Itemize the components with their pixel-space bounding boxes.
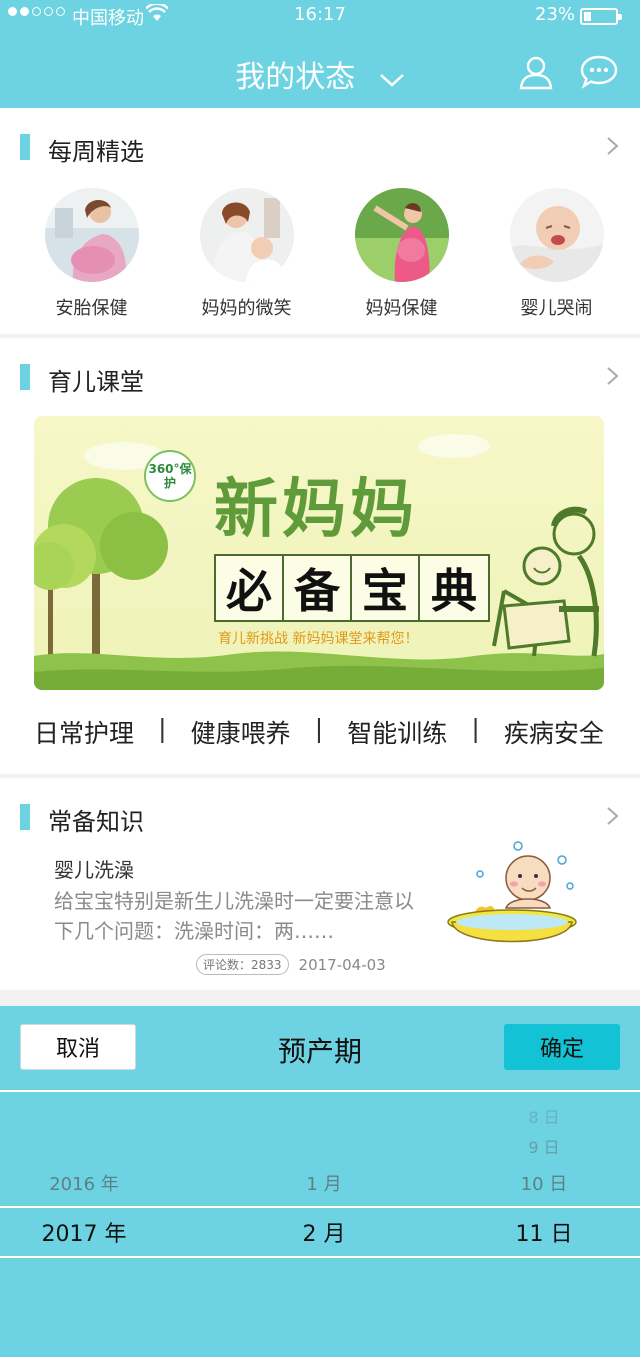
- category-smart-training[interactable]: 智能训练: [347, 714, 447, 750]
- baby-crying-image: [509, 188, 604, 282]
- mother-smile-image: [199, 188, 294, 282]
- day-option[interactable]: 10 日: [484, 1170, 604, 1196]
- classroom-section: 育儿课堂 360°保护 新妈妈 必 备 宝 典 育儿新挑战 新妈妈课堂来帮您！ …: [0, 338, 640, 774]
- month-selected[interactable]: 2 月: [264, 1216, 384, 1248]
- chevron-right-icon[interactable]: [606, 136, 620, 156]
- status-bar: 中国移动 16:17 23%: [0, 0, 640, 32]
- pregnancy-care-image: [44, 188, 139, 282]
- message-icon[interactable]: [580, 54, 618, 90]
- user-icon[interactable]: [518, 54, 554, 90]
- weekly-item[interactable]: 妈妈的微笑: [169, 188, 324, 320]
- banner-char: 备: [284, 556, 352, 620]
- baby-bath-image: [440, 838, 580, 962]
- category-healthy-feeding[interactable]: 健康喂养: [191, 714, 291, 750]
- section-marker: [20, 804, 30, 830]
- divider: |: [314, 714, 324, 743]
- battery-percent: 23%: [535, 4, 576, 25]
- weekly-item[interactable]: 妈妈保健: [324, 188, 479, 320]
- nav-bar: 我的状态: [0, 32, 640, 108]
- divider: |: [158, 714, 167, 743]
- weekly-item-label: 妈妈保健: [365, 298, 438, 319]
- day-wheel[interactable]: 8 日 9 日 10 日 11 日: [484, 1006, 604, 1357]
- divider: |: [471, 714, 480, 743]
- banner-character-grid: 必 备 宝 典: [214, 554, 490, 622]
- weekly-header[interactable]: 每周精选: [0, 108, 640, 180]
- mother-fitness-image: [354, 188, 449, 282]
- weekly-item-label: 安胎保健: [55, 298, 128, 319]
- battery-icon: [580, 8, 622, 25]
- classroom-title: 育儿课堂: [48, 368, 144, 396]
- chevron-right-icon[interactable]: [606, 366, 620, 386]
- weekly-item-label: 婴儿哭闹: [520, 298, 593, 319]
- month-wheel[interactable]: 1 月 2 月: [264, 1006, 384, 1357]
- category-daily-care[interactable]: 日常护理: [34, 714, 134, 750]
- weekly-item[interactable]: 安胎保健: [14, 188, 169, 320]
- category-tabs: 日常护理 | 健康喂养 | 智能训练 | 疾病安全: [0, 714, 640, 750]
- chevron-down-icon: [379, 61, 405, 96]
- category-disease-safety[interactable]: 疾病安全: [504, 714, 604, 750]
- day-option[interactable]: 9 日: [484, 1134, 604, 1158]
- banner-char: 必: [216, 556, 284, 620]
- knowledge-title: 常备知识: [48, 808, 144, 836]
- year-selected[interactable]: 2017 年: [24, 1216, 144, 1248]
- comment-count: 评论数：2833: [196, 954, 289, 975]
- classroom-banner[interactable]: 360°保护 新妈妈 必 备 宝 典 育儿新挑战 新妈妈课堂来帮您！: [34, 416, 604, 690]
- banner-title: 新妈妈: [214, 472, 418, 547]
- knowledge-section: 常备知识 婴儿洗澡 给宝宝特别是新生儿洗澡时一定要注意以下几个问题：洗澡时间：两…: [0, 778, 640, 990]
- banner-char: 典: [420, 556, 488, 620]
- article-title: 婴儿洗澡: [54, 858, 134, 882]
- weekly-section: 每周精选 安胎保健 妈妈的微笑 妈妈保健 婴儿哭闹: [0, 108, 640, 334]
- weekly-title: 每周精选: [48, 138, 144, 166]
- year-wheel[interactable]: 2016 年 2017 年: [24, 1006, 144, 1357]
- weekly-item-label: 妈妈的微笑: [201, 298, 292, 319]
- article-meta: 评论数：2833 2017-04-03: [196, 954, 386, 975]
- day-selected[interactable]: 11 日: [484, 1216, 604, 1248]
- nav-title: 我的状态: [235, 60, 356, 95]
- classroom-header[interactable]: 育儿课堂: [0, 338, 640, 410]
- weekly-item[interactable]: 婴儿哭闹: [479, 188, 634, 320]
- section-marker: [20, 134, 30, 160]
- banner-subtitle: 育儿新挑战 新妈妈课堂来帮您！: [218, 631, 419, 647]
- article-date: 2017-04-03: [298, 955, 386, 974]
- due-date-picker: 取消 预产期 确定 2016 年 2017 年 1 月 2 月 8 日 9 日 …: [0, 1006, 640, 1357]
- article-summary: 给宝宝特别是新生儿洗澡时一定要注意以下几个问题：洗澡时间：两……: [54, 889, 414, 943]
- month-option[interactable]: 1 月: [264, 1170, 384, 1196]
- day-option[interactable]: 8 日: [484, 1104, 604, 1128]
- banner-char: 宝: [352, 556, 420, 620]
- chevron-right-icon[interactable]: [606, 806, 620, 826]
- protection-badge: 360°保护: [144, 450, 196, 502]
- year-option[interactable]: 2016 年: [24, 1170, 144, 1196]
- section-marker: [20, 364, 30, 390]
